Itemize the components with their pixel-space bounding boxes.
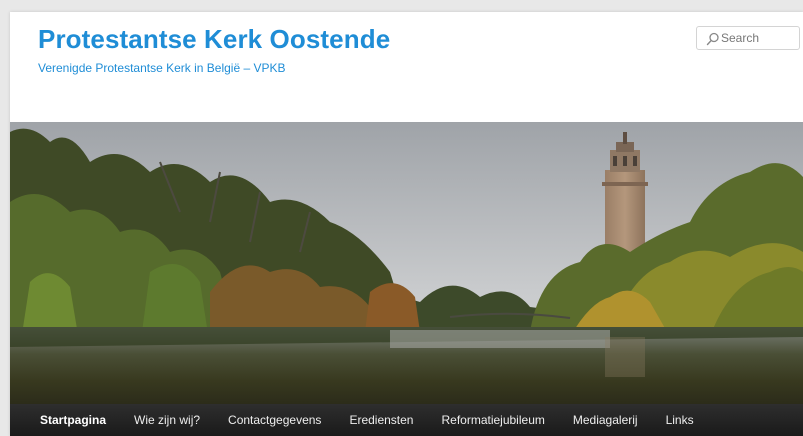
main-navigation: Startpagina Wie zijn wij? Contactgegeven… — [10, 404, 803, 436]
nav-item-mediagalerij[interactable]: Mediagalerij — [559, 404, 652, 436]
nav-item-reformatiejubileum[interactable]: Reformatiejubileum — [427, 404, 558, 436]
header-image — [10, 122, 803, 404]
nav-item-startpagina[interactable]: Startpagina — [10, 404, 120, 436]
search-icon — [706, 32, 719, 46]
search-box[interactable] — [696, 26, 800, 50]
site-title[interactable]: Protestantse Kerk Oostende — [38, 24, 390, 55]
nav-item-erediensten[interactable]: Erediensten — [335, 404, 427, 436]
nav-item-contactgegevens[interactable]: Contactgegevens — [214, 404, 335, 436]
nav-item-links[interactable]: Links — [652, 404, 708, 436]
page-container: Protestantse Kerk Oostende Verenigde Pro… — [10, 12, 803, 436]
nav-item-wie-zijn-wij[interactable]: Wie zijn wij? — [120, 404, 214, 436]
search-input[interactable] — [721, 29, 797, 47]
site-description: Verenigde Protestantse Kerk in België – … — [38, 61, 286, 75]
